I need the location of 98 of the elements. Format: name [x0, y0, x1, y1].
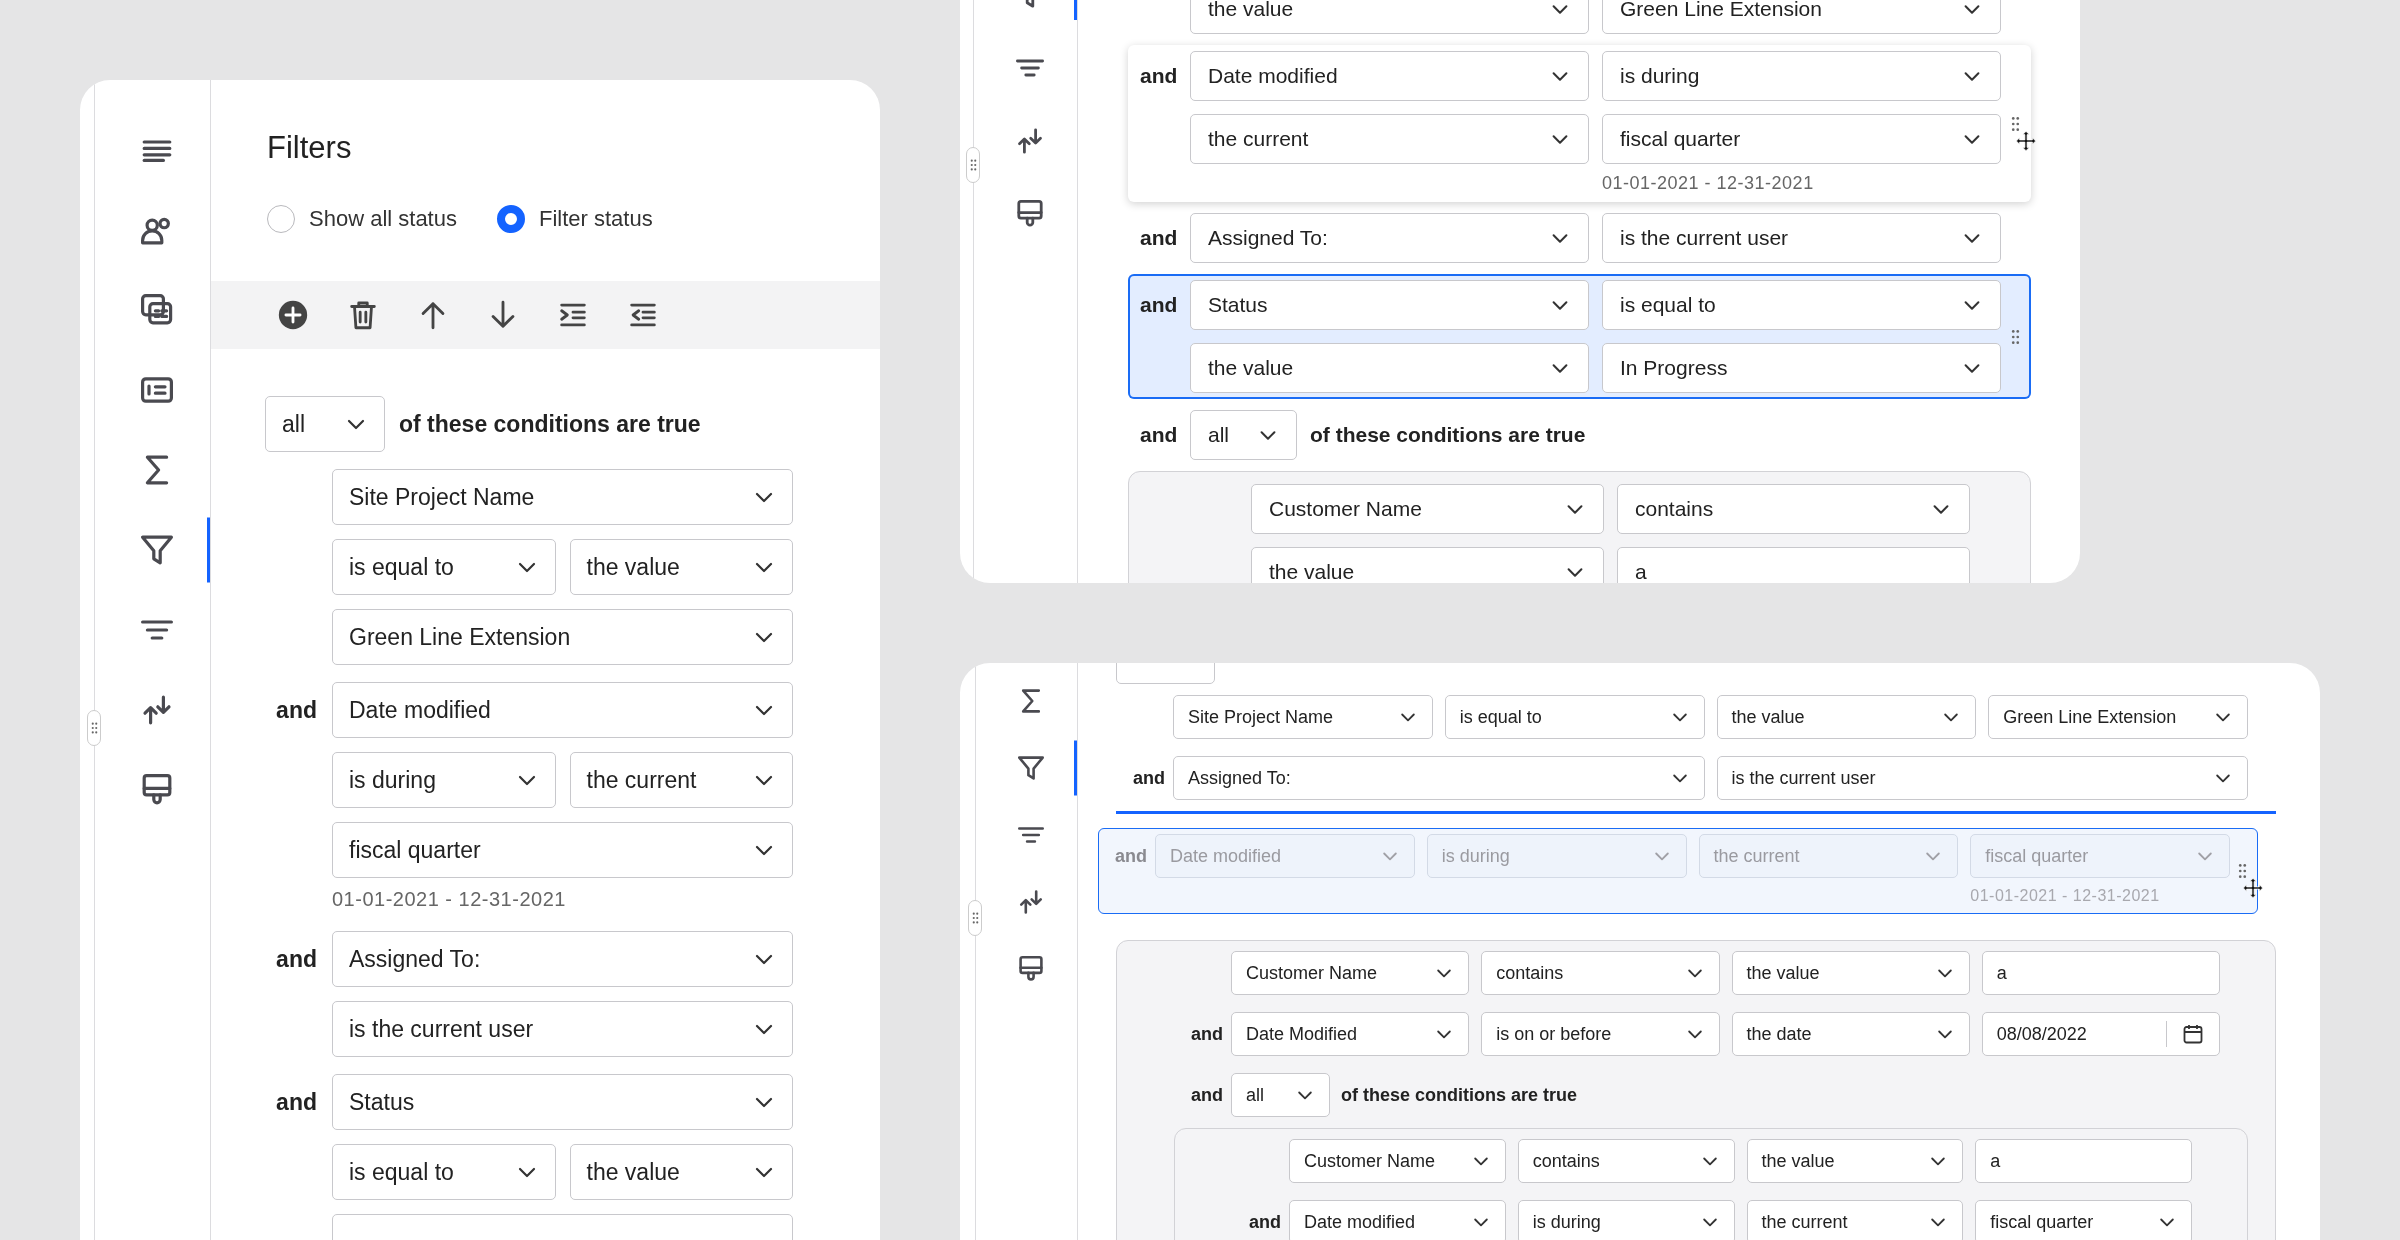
move-cursor-icon	[2242, 877, 2264, 899]
dropdown[interactable]: is on or before	[1481, 1012, 1720, 1056]
dropdown[interactable]: the value	[569, 1144, 793, 1200]
dropdown[interactable]: Status	[1190, 280, 1589, 330]
dropdown[interactable]: fiscal quarter	[1975, 1200, 2192, 1240]
input-field[interactable]: a	[1981, 951, 2220, 995]
dropdown[interactable]: fiscal quarter	[332, 822, 793, 878]
dropdown[interactable]: Status	[332, 1074, 793, 1130]
dropdown[interactable]: Green Line Extension	[332, 609, 793, 665]
dropdown[interactable]: is during	[1602, 51, 2001, 101]
dropdown[interactable]: Assigned To:	[1190, 213, 1589, 263]
input-field[interactable]: a	[1617, 547, 1970, 583]
dropdown[interactable]: is during	[1517, 1200, 1735, 1240]
drag-handle[interactable]	[966, 147, 980, 183]
connector-label: and	[1249, 1212, 1281, 1232]
dropdown[interactable]: Site Project Name	[332, 469, 793, 525]
connector-label: and	[1140, 293, 1178, 316]
filter-icon	[140, 534, 173, 566]
dropdown[interactable]: is equal to	[1444, 695, 1705, 739]
drag-dots-icon[interactable]	[2238, 863, 2247, 879]
arrows-icon	[140, 694, 173, 726]
date-range-text: 01-01-2021 - 12-31-2021	[1970, 886, 2161, 906]
date-range-text: 01-01-2021 - 12-31-2021	[332, 887, 567, 912]
connector-label: and	[1115, 846, 1147, 866]
dropdown[interactable]: is equal to	[1602, 280, 2001, 330]
arrows-icon	[1017, 888, 1044, 915]
condition-text: of these conditions are true	[399, 410, 701, 438]
dropdown[interactable]: contains	[1481, 951, 1720, 995]
active-indicator	[207, 517, 210, 583]
dropdown[interactable]: is the current user	[1602, 213, 2001, 263]
connector-label: and	[276, 946, 317, 972]
dropdown[interactable]: contains	[1517, 1139, 1735, 1183]
date-range-text: 01-01-2021 - 12-31-2021	[1602, 172, 1815, 195]
id-card-icon	[140, 374, 173, 406]
dropdown[interactable]: the current	[1190, 114, 1589, 164]
connector-label: and	[1140, 226, 1178, 249]
dropdown[interactable]: is equal to	[332, 1144, 556, 1200]
dropdown[interactable]: the value	[1716, 695, 1977, 739]
dropdown[interactable]: the date	[1731, 1012, 1970, 1056]
dropdown[interactable]: all	[1190, 410, 1297, 460]
dropdown[interactable]: Assigned To:	[332, 931, 793, 987]
dropdown[interactable]: fiscal quarter	[1602, 114, 2001, 164]
dropdown[interactable]: Customer Name	[1251, 484, 1604, 534]
dropdown[interactable]: the value	[1190, 0, 1589, 34]
dropdown[interactable]: Date modified	[332, 682, 793, 738]
drag-dots-icon[interactable]	[2011, 115, 2020, 132]
dropdown[interactable]: all	[1231, 1073, 1330, 1117]
dropdown[interactable]: Customer Name	[1231, 951, 1470, 995]
dropdown[interactable]: the value	[569, 539, 793, 595]
dropdown[interactable]: the current	[569, 752, 793, 808]
date-field[interactable]: 08/08/2022	[1981, 1012, 2220, 1056]
panel-icon	[140, 774, 173, 806]
connector-label: and	[276, 697, 317, 723]
connector-label: and	[1191, 1085, 1223, 1105]
connector-label: and	[276, 1089, 317, 1115]
radio-button[interactable]	[267, 205, 295, 233]
dropdown[interactable]: is the current user	[332, 1001, 793, 1057]
drag-handle[interactable]	[968, 900, 982, 936]
dropdown[interactable]: Customer Name	[1289, 1139, 1506, 1183]
connector-label: and	[1140, 64, 1178, 87]
dropdown[interactable]: Green Line Extension	[1988, 695, 2248, 739]
connector-label: and	[1133, 768, 1165, 788]
condition-text: of these conditions are true	[1341, 1084, 1578, 1106]
dropdown[interactable]: the value	[1731, 951, 1970, 995]
dropdown[interactable]: Assigned To:	[1173, 756, 1705, 800]
drag-dots-icon[interactable]	[2011, 328, 2020, 345]
drag-handle[interactable]	[87, 710, 101, 746]
dropdown[interactable]: all	[265, 396, 385, 452]
dropdown[interactable]: Green Line Extension	[1602, 0, 2001, 34]
input-field[interactable]: a	[1975, 1139, 2192, 1183]
condition-text: of these conditions are true	[1310, 423, 1586, 447]
cards-icon	[140, 294, 173, 326]
panel-icon	[1017, 955, 1044, 982]
dropdown[interactable]: Site Project Name	[1173, 695, 1433, 739]
dropdown[interactable]: the value	[1251, 547, 1604, 583]
dropdown[interactable]: Date modified	[1190, 51, 1589, 101]
dropdown[interactable]: contains	[1617, 484, 1970, 534]
dropdown[interactable]: is during	[332, 752, 556, 808]
dropdown[interactable]: is equal to	[332, 539, 556, 595]
connector-label: and	[1140, 423, 1178, 446]
connector-label: and	[1191, 1024, 1223, 1044]
dropdown[interactable]: the value	[1746, 1139, 1964, 1183]
panel-title: Filters	[267, 129, 353, 167]
dropdown[interactable]: In Progress	[1602, 343, 2001, 393]
radio-label[interactable]: Filter status	[538, 206, 653, 232]
dropdown[interactable]: the value	[1190, 343, 1589, 393]
arrows-icon	[1015, 126, 1044, 155]
dropdown[interactable]: Date modified	[1289, 1200, 1506, 1240]
calendar-icon[interactable]	[2181, 1022, 2205, 1046]
filter-icon	[1017, 754, 1044, 781]
panel-icon	[1015, 199, 1044, 228]
active-indicator	[1074, 740, 1077, 795]
radio-label[interactable]: Show all status	[309, 206, 457, 232]
radio-button[interactable]	[496, 205, 525, 233]
dropdown[interactable]: is the current user	[1716, 756, 2248, 800]
add-icon	[276, 298, 310, 332]
dropdown[interactable]: the current	[1746, 1200, 1964, 1240]
dropdown[interactable]: Date Modified	[1231, 1012, 1470, 1056]
